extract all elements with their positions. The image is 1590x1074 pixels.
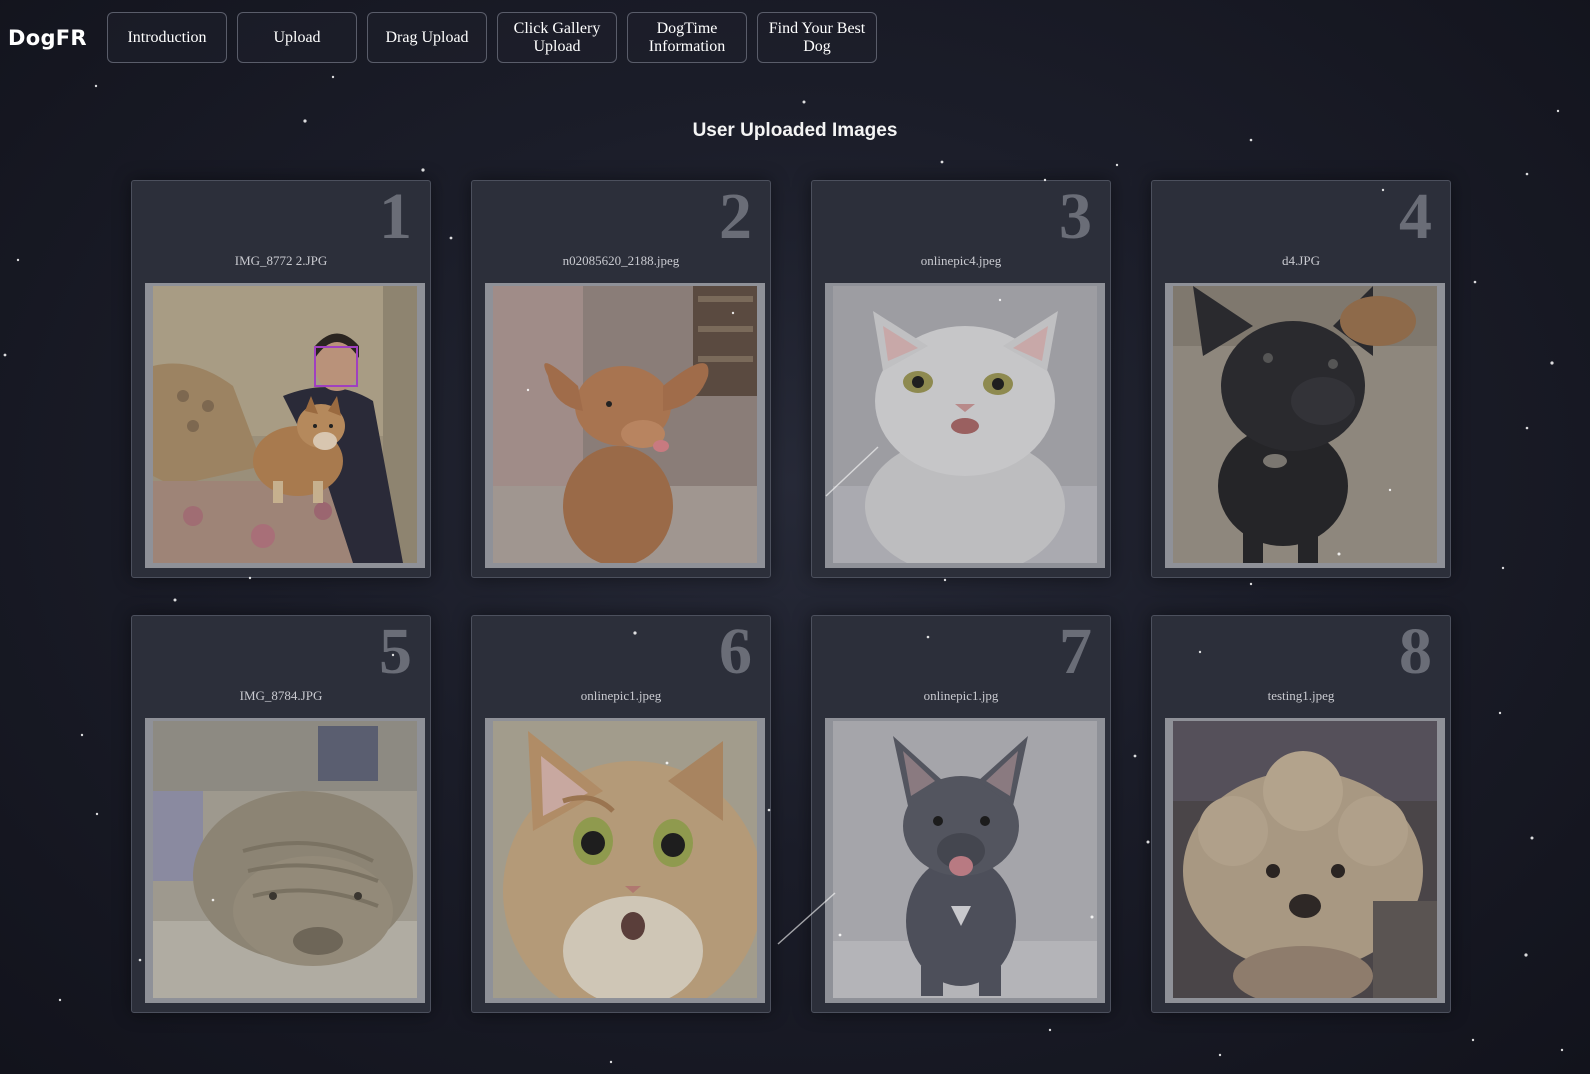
nav-find-your-best-dog-button[interactable]: Find Your Best Dog xyxy=(757,12,877,63)
card-number: 1 xyxy=(379,180,412,253)
gray-french-bulldog-puppy-photo xyxy=(833,721,1097,998)
card-image-frame xyxy=(825,283,1105,568)
white-cat-photo xyxy=(833,286,1097,563)
top-navigation: DogFR Introduction Upload Drag Upload Cl… xyxy=(0,0,1590,80)
image-card-7[interactable]: 7 onlinepic1.jpg xyxy=(811,615,1111,1013)
card-image-frame xyxy=(1165,718,1445,1003)
page-title: User Uploaded Images xyxy=(692,120,898,141)
shar-pei-photo xyxy=(153,721,417,998)
orange-tabby-cat-photo xyxy=(493,721,757,998)
card-filename: onlinepic1.jpeg xyxy=(580,688,662,703)
card-filename: onlinepic1.jpg xyxy=(923,688,999,703)
image-card-3[interactable]: 3 onlinepic4.jpeg xyxy=(811,180,1111,578)
card-image-frame xyxy=(1165,283,1445,568)
card-filename: d4.JPG xyxy=(1282,253,1320,268)
nav-click-gallery-upload-button[interactable]: Click Gallery Upload xyxy=(497,12,617,63)
card-image-frame xyxy=(485,718,765,1003)
card-filename: IMG_8784.JPG xyxy=(239,688,323,703)
card-filename: testing1.jpeg xyxy=(1267,688,1335,703)
app-logo[interactable]: DogFR xyxy=(8,26,87,50)
woman-with-shiba-inu-photo xyxy=(153,286,417,563)
fluffy-poodle-photo xyxy=(1173,721,1437,998)
image-card-5[interactable]: 5 IMG_8784.JPG xyxy=(131,615,431,1013)
nav-upload-button[interactable]: Upload xyxy=(237,12,357,63)
chihuahua-puppy-photo xyxy=(493,286,757,563)
card-image-frame xyxy=(145,718,425,1003)
image-card-2[interactable]: 2 n02085620_2188.jpeg xyxy=(471,180,771,578)
card-number: 3 xyxy=(1059,180,1092,253)
image-card-8[interactable]: 8 testing1.jpeg xyxy=(1151,615,1451,1013)
card-filename: IMG_8772 2.JPG xyxy=(234,253,328,268)
card-number: 2 xyxy=(719,180,752,253)
nav-drag-upload-button[interactable]: Drag Upload xyxy=(367,12,487,63)
nav-introduction-button[interactable]: Introduction xyxy=(107,12,227,63)
card-image-frame xyxy=(825,718,1105,1003)
card-image-frame xyxy=(485,283,765,568)
card-number: 7 xyxy=(1059,615,1092,688)
card-number: 8 xyxy=(1399,615,1432,688)
image-card-4[interactable]: 4 d4.JPG xyxy=(1151,180,1451,578)
black-french-bulldog-photo xyxy=(1173,286,1437,563)
card-filename: onlinepic4.jpeg xyxy=(920,253,1002,268)
image-card-1[interactable]: 1 IMG_8772 2.JPG xyxy=(131,180,431,578)
card-image-frame xyxy=(145,283,425,568)
card-number: 5 xyxy=(379,615,412,688)
card-number: 4 xyxy=(1399,180,1432,253)
card-number: 6 xyxy=(719,615,752,688)
image-card-6[interactable]: 6 onlinepic1.jpeg xyxy=(471,615,771,1013)
nav-dogtime-information-button[interactable]: DogTime Information xyxy=(627,12,747,63)
card-filename: n02085620_2188.jpeg xyxy=(562,253,680,268)
